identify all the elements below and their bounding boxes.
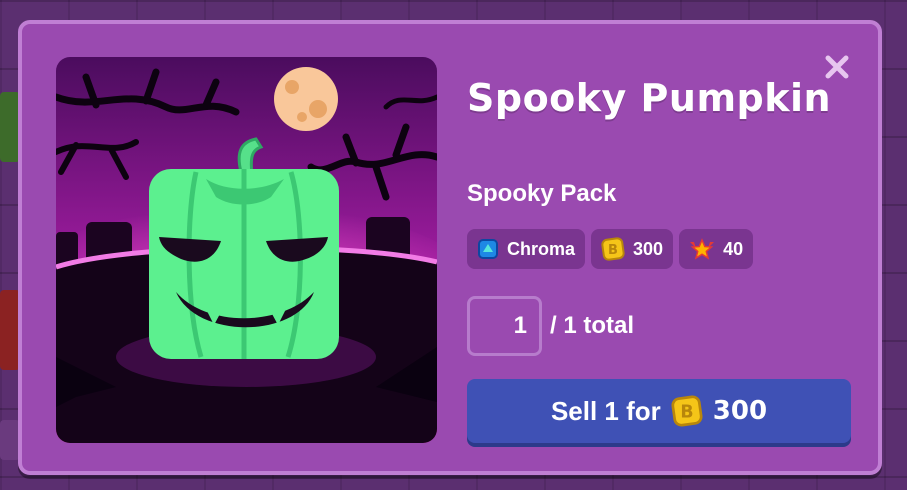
sell-button[interactable]: Sell 1 for B 300 [467, 379, 851, 443]
pack-name: Spooky Pack [467, 180, 617, 207]
blook-artwork [56, 57, 437, 443]
rarity-badge: Chroma [467, 229, 586, 269]
sell-value-label: 300 [633, 238, 664, 259]
blook-token-icon: B [671, 395, 703, 427]
xp-badge: 40 [679, 229, 754, 269]
sell-blook-modal: Spooky Pumpkin Spooky Pack Chroma B 300 [18, 20, 882, 475]
pumpkin-icon [149, 137, 339, 359]
svg-text:B: B [680, 403, 693, 423]
blook-token-icon: B [601, 237, 625, 261]
background-item-sliver [0, 290, 20, 370]
sell-value-badge: B 300 [591, 229, 674, 269]
item-title: Spooky Pumpkin [467, 76, 832, 120]
svg-text:B: B [608, 243, 618, 258]
sell-button-label: Sell 1 for [550, 395, 661, 426]
background-item-sliver [0, 92, 20, 162]
sell-price: 300 [712, 396, 768, 426]
xp-label: 40 [723, 238, 744, 259]
background-item-sliver [0, 420, 20, 460]
moon-icon [274, 67, 338, 131]
item-badges: Chroma B 300 40 [467, 229, 754, 269]
quantity-total: / 1 total [550, 312, 635, 339]
quantity-row: / 1 total [467, 296, 634, 356]
quantity-input[interactable] [467, 296, 542, 356]
rarity-label: Chroma [507, 238, 576, 259]
xp-star-icon [690, 238, 715, 260]
chroma-gem-icon [478, 239, 498, 259]
